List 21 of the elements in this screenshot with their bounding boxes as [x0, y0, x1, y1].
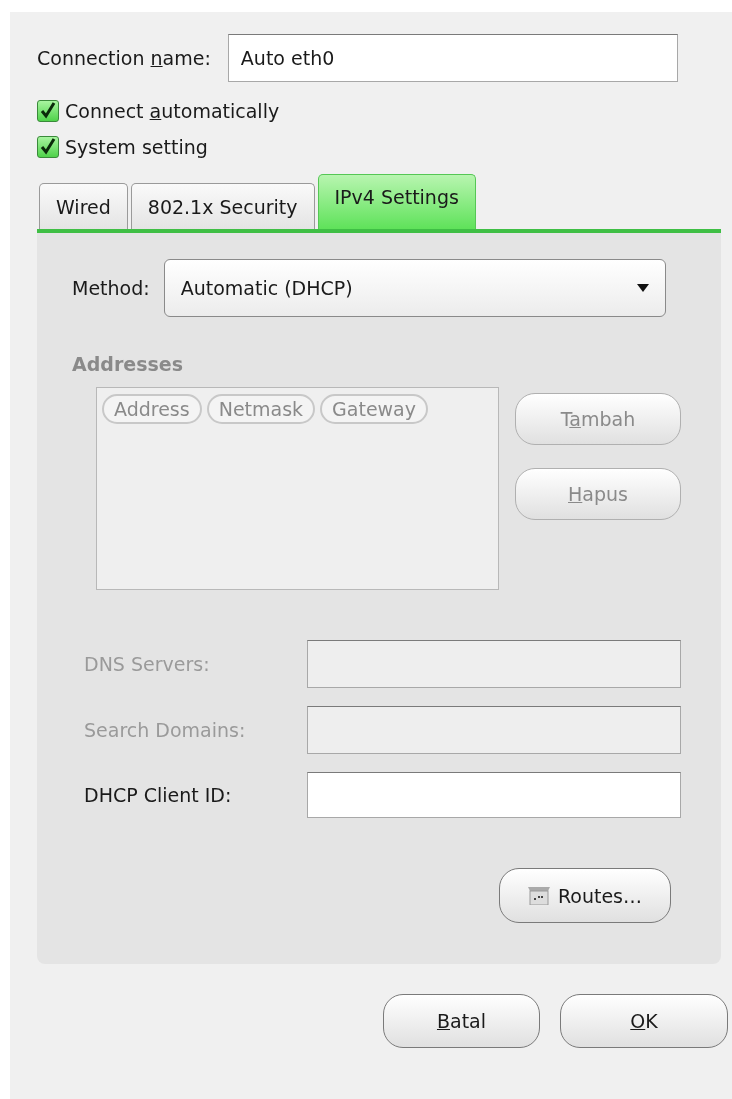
connection-name-field[interactable]: Auto eth0 — [227, 34, 678, 82]
checkbox[interactable] — [37, 100, 59, 122]
dropdown-arrow-icon — [636, 284, 649, 292]
tab[interactable]: Wired — [39, 183, 128, 229]
method-label: Method: — [72, 277, 150, 299]
tab[interactable]: 802.1x Security — [130, 183, 315, 229]
tab[interactable]: IPv4 Settings — [317, 174, 476, 229]
dialog-button[interactable]: OK — [560, 994, 728, 1048]
routes-button[interactable]: Routes… — [499, 868, 671, 923]
addresses-heading: Addresses — [72, 353, 184, 375]
checkbox[interactable] — [37, 136, 59, 158]
text-field[interactable] — [306, 772, 681, 818]
field-label: DHCP Client ID: — [84, 784, 233, 806]
connection-name-label: Connection name: — [37, 47, 211, 69]
checkbox-label: Connect automatically — [65, 100, 280, 122]
field-label: DNS Servers: — [84, 653, 211, 675]
method-dropdown[interactable]: Automatic (DHCP) — [163, 259, 666, 317]
checkbox-label: System setting — [65, 136, 208, 158]
table-icon — [527, 886, 550, 905]
field-label: Search Domains: — [84, 719, 247, 741]
dialog-button[interactable]: Batal — [383, 994, 540, 1048]
